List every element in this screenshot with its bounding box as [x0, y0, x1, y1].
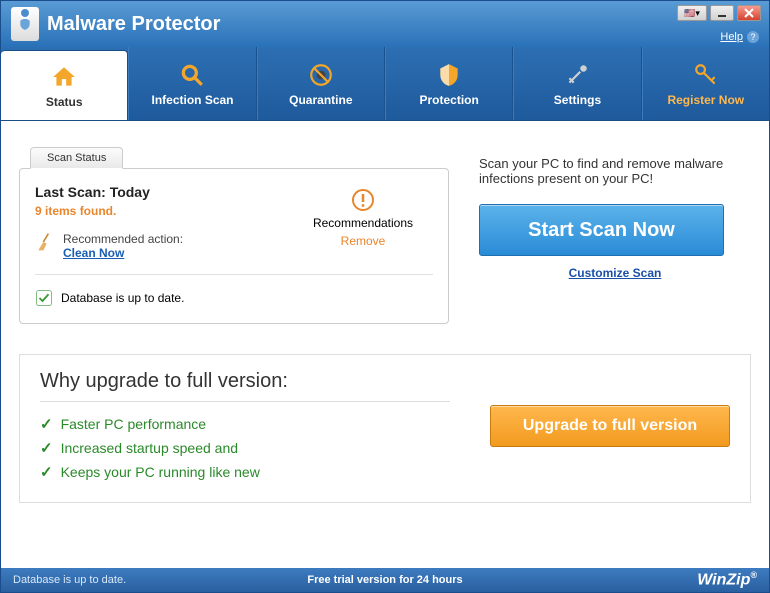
tab-register-now[interactable]: Register Now: [642, 47, 769, 120]
app-logo-icon: [11, 7, 39, 41]
alert-icon: [351, 188, 375, 212]
content-area: Scan Status Last Scan: Today 9 items fou…: [1, 121, 769, 568]
footer-trial-text: Free trial version for 24 hours: [261, 574, 509, 586]
footer-db-status: Database is up to date.: [13, 574, 261, 586]
database-status-text: Database is up to date.: [61, 291, 184, 305]
upgrade-item: ✓ Increased startup speed and: [40, 436, 450, 460]
upgrade-title: Why upgrade to full version:: [40, 370, 450, 402]
tab-quarantine[interactable]: Quarantine: [257, 47, 385, 120]
upgrade-item-text: Faster PC performance: [61, 416, 207, 432]
upgrade-item: ✓ Keeps your PC running like new: [40, 460, 450, 484]
titlebar: Malware Protector 🇺🇸▾ Help ?: [1, 1, 769, 47]
tab-label: Infection Scan: [151, 93, 233, 107]
checkmark-icon: ✓: [40, 415, 53, 433]
clean-now-link[interactable]: Clean Now: [63, 246, 124, 260]
tab-label: Protection: [419, 93, 478, 107]
broom-icon: [35, 232, 55, 252]
upgrade-item-text: Keeps your PC running like new: [61, 464, 260, 480]
magnifier-icon: [178, 61, 206, 89]
tab-label: Register Now: [667, 93, 744, 107]
separator: [35, 274, 433, 275]
tab-label: Status: [46, 95, 83, 109]
shield-icon: [435, 61, 463, 89]
tools-icon: [563, 61, 591, 89]
checkmark-icon: ✓: [40, 463, 53, 481]
footer-brand: WinZip®: [509, 570, 757, 589]
app-window: Malware Protector 🇺🇸▾ Help ? Status Infe…: [0, 0, 770, 593]
recommendations-label: Recommendations: [293, 216, 433, 230]
check-icon: [35, 289, 53, 307]
language-flag-button[interactable]: 🇺🇸▾: [677, 5, 707, 21]
scan-status-card: Scan Status Last Scan: Today 9 items fou…: [19, 168, 449, 324]
last-scan-text: Last Scan: Today: [35, 184, 293, 200]
minimize-button[interactable]: [710, 5, 734, 21]
recommended-action-label: Recommended action:: [63, 232, 183, 246]
start-scan-button[interactable]: Start Scan Now: [479, 204, 724, 256]
key-icon: [692, 61, 720, 89]
tab-infection-scan[interactable]: Infection Scan: [128, 47, 256, 120]
close-button[interactable]: [737, 5, 761, 21]
tab-label: Settings: [554, 93, 601, 107]
upgrade-button[interactable]: Upgrade to full version: [490, 405, 730, 447]
upgrade-item: ✓ Faster PC performance: [40, 412, 450, 436]
upgrade-item-text: Increased startup speed and: [61, 440, 238, 456]
items-found-text: 9 items found.: [35, 204, 293, 218]
scan-status-tab-label: Scan Status: [30, 147, 123, 169]
help-icon[interactable]: ?: [747, 31, 759, 43]
status-bar: Database is up to date. Free trial versi…: [1, 568, 769, 592]
upgrade-section: Why upgrade to full version: ✓ Faster PC …: [19, 354, 751, 503]
tab-bar: Status Infection Scan Quarantine Protect…: [1, 47, 769, 121]
checkmark-icon: ✓: [40, 439, 53, 457]
app-title: Malware Protector: [47, 13, 220, 36]
tab-protection[interactable]: Protection: [385, 47, 513, 120]
remove-text: Remove: [293, 234, 433, 248]
tab-settings[interactable]: Settings: [513, 47, 641, 120]
tab-status[interactable]: Status: [1, 50, 128, 120]
help-link[interactable]: Help: [720, 31, 743, 43]
customize-scan-link[interactable]: Customize Scan: [569, 266, 662, 280]
home-icon: [50, 63, 78, 91]
bug-icon: [307, 61, 335, 89]
tab-label: Quarantine: [289, 93, 352, 107]
scan-description: Scan your PC to find and remove malware …: [479, 156, 751, 186]
